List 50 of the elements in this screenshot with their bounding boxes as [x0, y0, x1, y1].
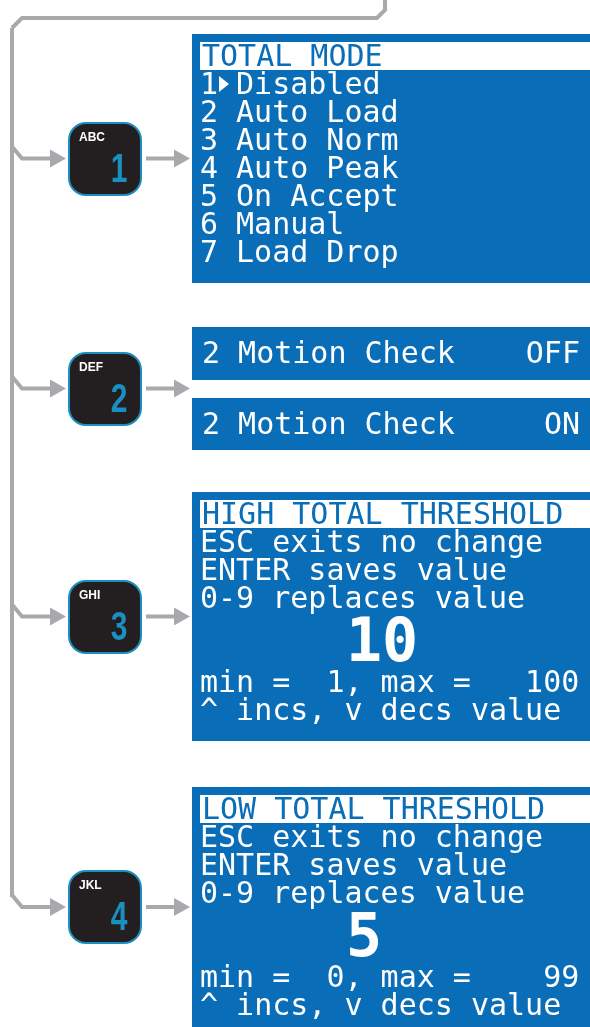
screen-title: TOTAL MODE [200, 42, 590, 70]
option-number: 3 [200, 126, 219, 154]
key-letters: ABC [79, 130, 105, 143]
setting-label: 2 Motion Check [202, 409, 455, 438]
instruction-line: ^ incs, v decs value [200, 991, 563, 1019]
keypad-key[interactable]: JKL 4 [68, 870, 142, 944]
instruction-line: ^ incs, v decs value [200, 696, 563, 724]
entered-value: 10 [346, 612, 419, 668]
option-label: Auto Norm [236, 126, 399, 154]
range-line: min = 0, max = 99 [200, 963, 581, 991]
arrow [146, 898, 190, 916]
option-label: Manual [236, 210, 345, 238]
option-number: 7 [200, 238, 219, 266]
arrow [146, 379, 190, 398]
option-number: 4 [200, 154, 219, 182]
arrow [146, 607, 190, 626]
option-label: Auto Peak [236, 154, 399, 182]
option-label: On Accept [236, 182, 399, 210]
arrow [10, 893, 66, 916]
range-line: min = 1, max = 100 [200, 668, 581, 696]
screen-title: HIGH TOTAL THRESHOLD [200, 500, 590, 528]
keypad-key[interactable]: DEF 2 [68, 351, 142, 426]
option-label: Load Drop [236, 238, 399, 266]
instruction-line: ENTER saves value [200, 556, 508, 584]
instruction-line: ESC exits no change [200, 528, 545, 556]
screen-title: LOW TOTAL THRESHOLD [200, 795, 590, 823]
option-number: 6 [200, 210, 219, 238]
option-label: Disabled [236, 70, 381, 98]
option-number: 1 [200, 70, 219, 98]
instruction-line: 0-9 replaces value [200, 584, 527, 612]
instruction-line: 0-9 replaces value [200, 879, 527, 907]
arrow [146, 149, 190, 168]
keypad-key[interactable]: GHI 3 [68, 579, 142, 654]
keypad-key[interactable]: ABC 1 [68, 121, 142, 196]
setting-value: ON [543, 409, 580, 438]
entered-value: 5 [346, 907, 383, 963]
key-digit: 4 [110, 896, 128, 936]
option-label: Auto Load [236, 98, 399, 126]
setting-value: OFF [525, 339, 580, 368]
key-letters: GHI [79, 588, 101, 601]
key-letters: JKL [79, 879, 102, 891]
key-letters: DEF [79, 360, 103, 373]
key-digit: 3 [110, 605, 128, 646]
option-number: 2 [200, 98, 219, 126]
instruction-line: ESC exits no change [200, 823, 545, 851]
setting-label: 2 Motion Check [202, 339, 455, 368]
instruction-line: ENTER saves value [200, 851, 508, 879]
option-number: 5 [200, 182, 219, 210]
key-digit: 1 [110, 147, 128, 188]
key-digit: 2 [110, 377, 128, 418]
